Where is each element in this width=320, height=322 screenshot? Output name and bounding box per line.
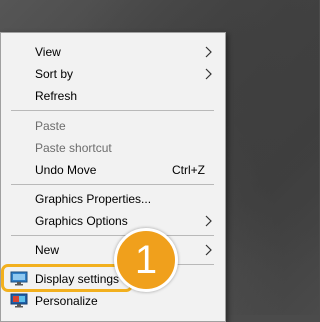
step-number: 1	[134, 238, 158, 282]
menu-item-label: Undo Move	[35, 163, 97, 177]
menu-item-new[interactable]: New	[1, 239, 225, 261]
menu-item-label: New	[35, 243, 60, 257]
menu-item-label: Paste	[35, 119, 66, 133]
menu-item-label: Sort by	[35, 67, 74, 81]
menu-item-label: View	[35, 45, 61, 59]
menu-item-graphics-properties[interactable]: Graphics Properties...	[1, 188, 225, 210]
menu-item-paste: Paste	[1, 115, 225, 137]
menu-item-sort-by[interactable]: Sort by	[1, 63, 225, 85]
menu-item-label: Paste shortcut	[35, 141, 112, 155]
menu-item-shortcut: Ctrl+Z	[172, 163, 205, 177]
menu-item-personalize[interactable]: Personalize	[1, 290, 225, 312]
menu-item-view[interactable]: View	[1, 41, 225, 63]
chevron-right-icon	[205, 215, 212, 227]
chevron-right-icon	[205, 46, 212, 58]
display-settings-highlight	[1, 264, 133, 292]
personalize-icon	[10, 293, 28, 308]
step-callout-badge: 1	[114, 228, 178, 292]
menu-separator	[11, 184, 214, 185]
chevron-right-icon	[205, 68, 212, 80]
menu-item-label: Graphics Options	[35, 214, 128, 228]
menu-separator	[11, 235, 214, 236]
menu-item-label: Personalize	[35, 294, 98, 308]
menu-item-undo-move[interactable]: Undo Move Ctrl+Z	[1, 159, 225, 181]
chevron-right-icon	[205, 244, 212, 256]
menu-item-label: Graphics Properties...	[35, 192, 152, 206]
menu-item-refresh[interactable]: Refresh	[1, 85, 225, 107]
menu-item-graphics-options[interactable]: Graphics Options	[1, 210, 225, 232]
menu-item-label: Refresh	[35, 89, 78, 103]
menu-separator	[11, 110, 214, 111]
menu-item-paste-shortcut: Paste shortcut	[1, 137, 225, 159]
